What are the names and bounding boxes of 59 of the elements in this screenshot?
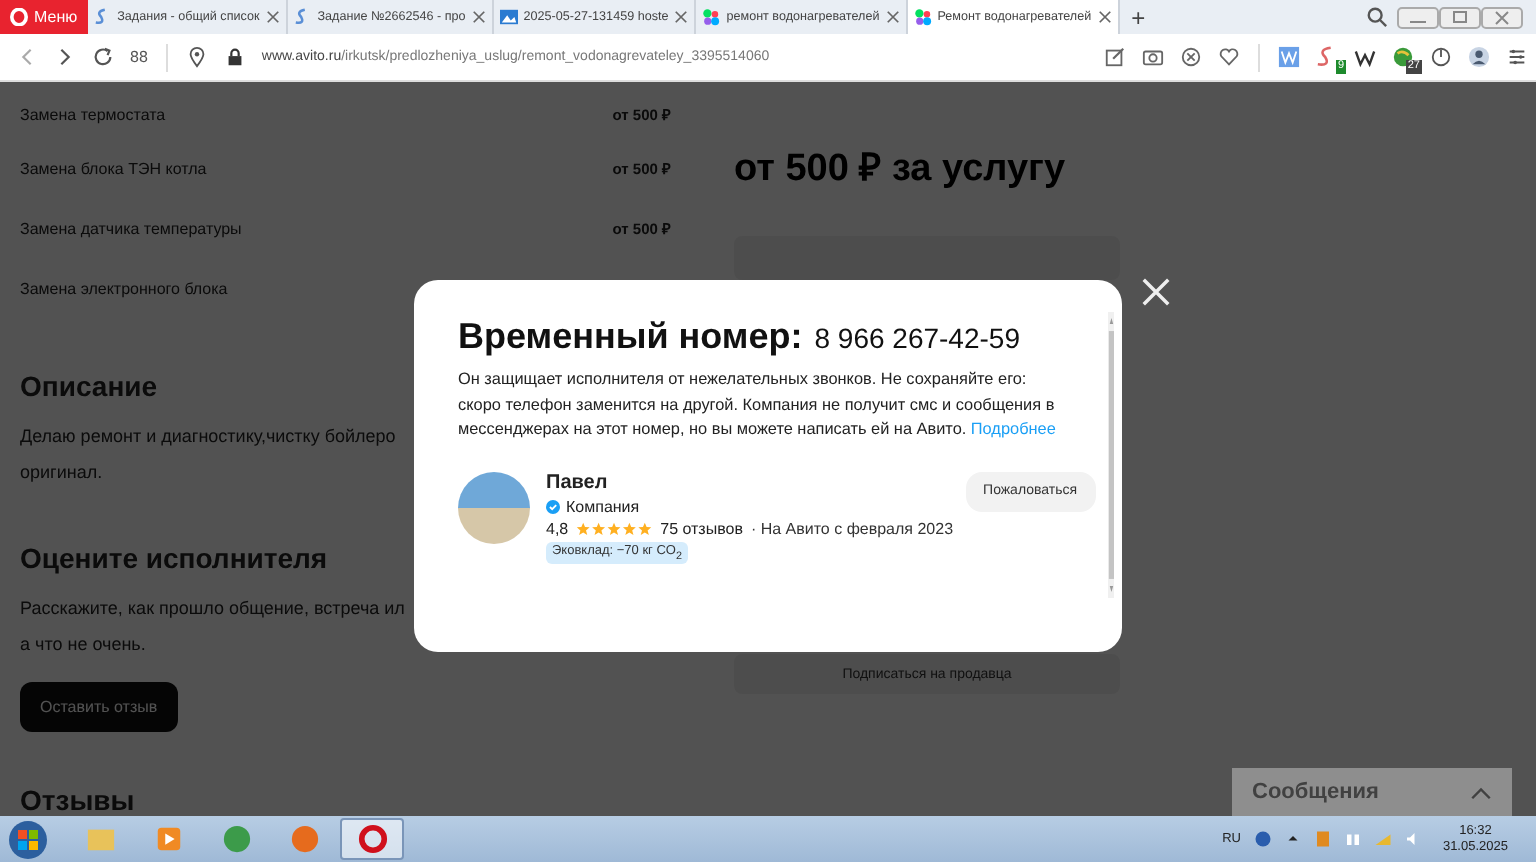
section-heading: Оцените исполнителя: [20, 542, 328, 574]
service-name: Замена блока ТЭН котла: [20, 159, 207, 177]
edit-icon[interactable]: [1104, 46, 1126, 68]
play-icon: [153, 824, 183, 854]
user-avatar-icon[interactable]: [1468, 46, 1490, 68]
opera-logo-icon: [10, 8, 28, 26]
avito-logo-icon: [702, 8, 721, 26]
reload-icon[interactable]: [92, 46, 114, 68]
help-icon[interactable]: [1254, 830, 1273, 848]
location-pin-icon[interactable]: [185, 46, 208, 68]
browser-logo-icon: [221, 824, 251, 854]
dialog-text: Он защищает исполнителя от нежелательных звонков. Не сохраняйте его: скоро телефон заменится на другой. Компания не получит смс и сообщения в мессенджерах на этот номер, но вы можете написать ей на Авито. Подробнее: [458, 368, 1058, 442]
start-button-icon[interactable]: [8, 819, 48, 859]
close-icon[interactable]: [885, 10, 900, 24]
service-name: Замена датчика температуры: [20, 219, 242, 237]
window-controls-drawing[interactable]: [1396, 5, 1524, 29]
rating-prompt-text: а что не очень.: [20, 632, 146, 658]
description-text: оригинал.: [20, 460, 103, 486]
section-heading: Отзывы: [20, 784, 135, 816]
browser-logo-icon: [289, 824, 319, 854]
description-text: Делаю ремонт и диагностику,чистку бойлеро: [20, 424, 396, 450]
phone-number: 8 966 267-42-59: [814, 322, 1020, 354]
image-icon: [499, 8, 518, 26]
browser-logo-icon: [357, 824, 387, 854]
heart-icon[interactable]: [1218, 46, 1240, 68]
price-heading: от 500 ₽ за услугу: [734, 146, 1068, 192]
settings-icon[interactable]: [1506, 46, 1528, 68]
rating-value: 4,8: [546, 519, 569, 537]
speedometer-icon[interactable]: [1430, 46, 1452, 68]
avatar-photo-placeholder: [458, 471, 530, 543]
taskbar-app-button[interactable]: [340, 818, 404, 860]
close-icon[interactable]: [1097, 10, 1112, 24]
speed-dial-button[interactable]: 88: [130, 48, 148, 66]
avito-logo-icon: [913, 8, 932, 26]
lock-icon: [223, 46, 246, 68]
section-heading: Описание: [20, 370, 158, 402]
search-icon[interactable]: [1366, 6, 1388, 28]
new-tab-button[interactable]: +: [1119, 3, 1158, 31]
service-name: Замена термостата: [20, 105, 166, 123]
seller-name: Павел: [546, 471, 608, 493]
reviews-count: 75 отзывов: [660, 519, 743, 537]
browser-menu-button[interactable]: Меню: [0, 0, 88, 34]
messages-label: Сообщения: [1252, 780, 1379, 804]
seller-type: Компания: [566, 497, 640, 515]
rating-prompt-text: Расскажите, как прошло общение, встреча ил: [20, 596, 405, 622]
folder-icon: [85, 824, 115, 854]
w-extension-icon[interactable]: [1278, 46, 1300, 68]
member-since: · На Авито с февраля 2023: [750, 519, 954, 537]
scrollbar-drawing[interactable]: [1107, 312, 1114, 598]
close-icon[interactable]: [674, 10, 689, 24]
service-name: Замена электронного блока: [20, 279, 228, 297]
close-icon[interactable]: [265, 10, 280, 24]
dialog-title: Временный номер:: [458, 316, 803, 358]
camera-icon[interactable]: [1142, 46, 1164, 68]
close-icon[interactable]: [471, 10, 486, 24]
w-letter-icon[interactable]: [1354, 46, 1376, 68]
verified-icon: [546, 499, 560, 513]
chevron-up-icon[interactable]: [1470, 785, 1492, 799]
close-circle-icon[interactable]: [1180, 46, 1202, 68]
